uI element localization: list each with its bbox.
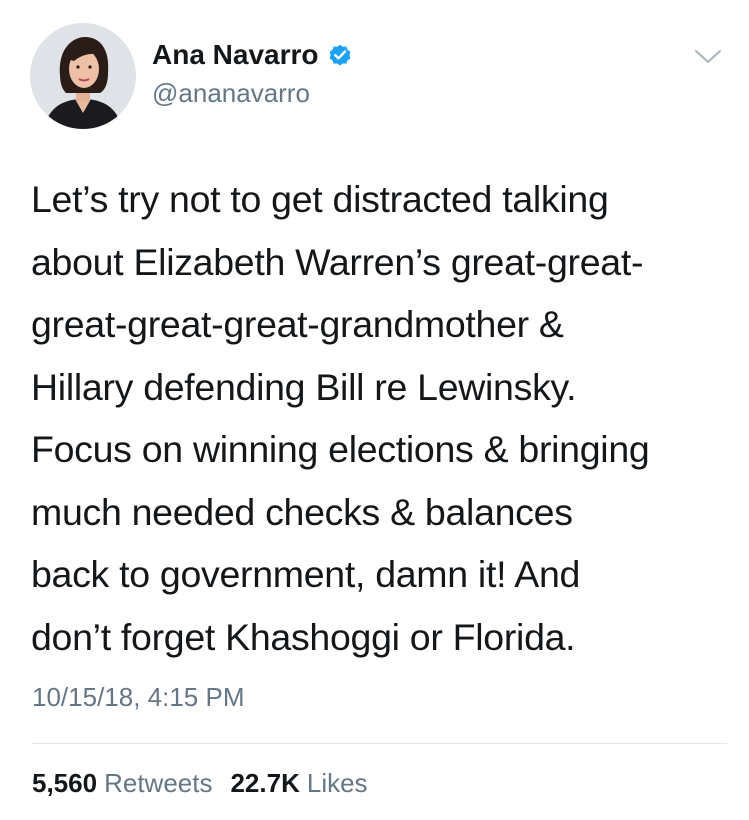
chevron-down-icon[interactable] (693, 47, 723, 67)
tweet-text-line: don’t forget Khashoggi or Florida. (31, 615, 576, 658)
tweet-text-line: back to government, damn it! And (31, 553, 581, 595)
tweet-text-line: much needed checks & balances (31, 490, 573, 533)
divider (32, 743, 727, 744)
tweet-text-line: great-great-great-grandmother & (31, 303, 564, 345)
likes-label: Likes (306, 768, 368, 798)
retweets-stat[interactable]: 5,560 Retweets (32, 768, 212, 799)
retweets-count: 5,560 (32, 768, 98, 798)
author-handle[interactable]: @ananavarro (152, 78, 310, 109)
tweet-timestamp[interactable]: 10/15/18, 4:15 PM (32, 682, 244, 713)
author-display-name[interactable]: Ana Navarro (152, 39, 319, 71)
tweet-text-line: Let’s try not to get distracted talking (31, 178, 609, 220)
avatar-photo-icon (30, 23, 136, 129)
avatar[interactable] (30, 23, 136, 129)
tweet-text: Let’s try not to get distracted talking … (31, 168, 731, 668)
tweet-text-line: about Elizabeth Warren’s great-great- (31, 240, 644, 283)
likes-stat[interactable]: 22.7K Likes (230, 768, 367, 799)
tweet-text-line: Hillary defending Bill re Lewinsky. (31, 365, 577, 408)
retweets-label: Retweets (104, 768, 213, 798)
author-name-row: Ana Navarro (152, 37, 353, 73)
tweet-card: Ana Navarro @ananavarro Let’s try not to… (0, 0, 749, 820)
verified-badge-icon (327, 42, 353, 68)
tweet-text-line: Focus on winning elections & bringing (31, 428, 650, 470)
tweet-stats: 5,560 Retweets 22.7K Likes (32, 768, 368, 799)
likes-count: 22.7K (230, 768, 300, 798)
